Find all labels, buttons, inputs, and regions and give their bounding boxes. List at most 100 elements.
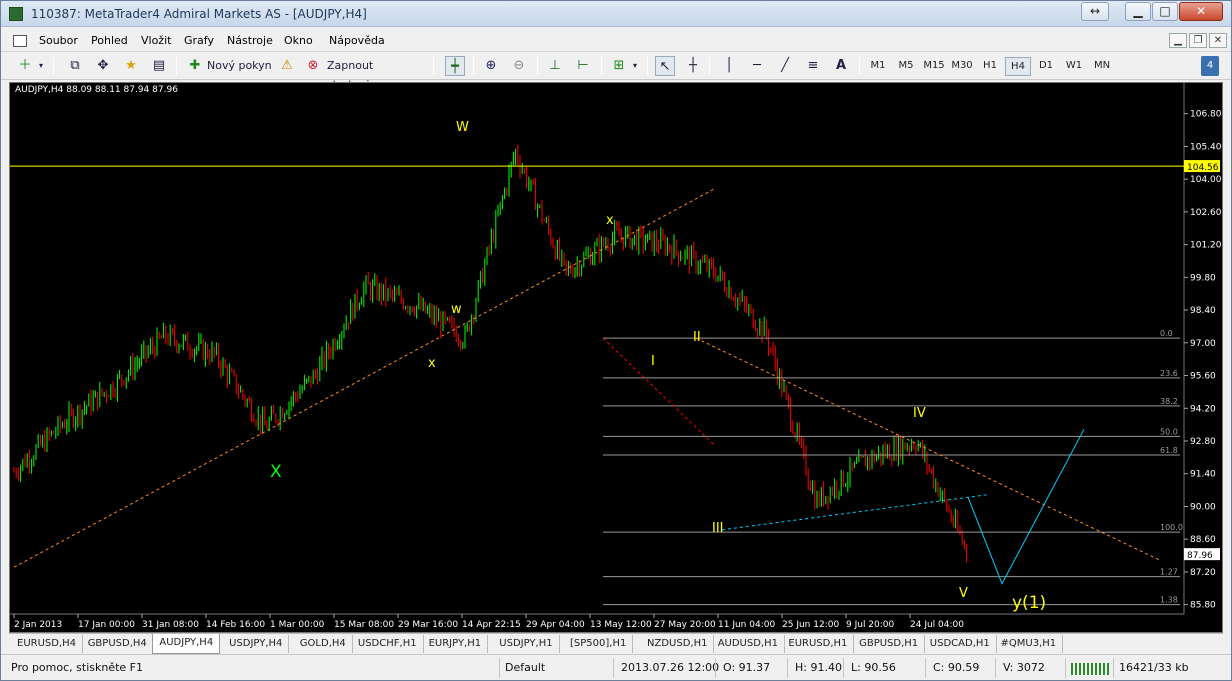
timeframe-m15[interactable]: M15 bbox=[921, 57, 947, 76]
window-title: 110387: MetaTrader4 Admiral Markets AS -… bbox=[31, 7, 367, 21]
x-tick-label: 14 Apr 22:15 bbox=[462, 620, 521, 630]
mdi-restore-button[interactable]: ❐ bbox=[1189, 33, 1207, 48]
chart-symbol-info: AUDJPY,H4 88.09 88.11 87.94 87.96 bbox=[15, 85, 178, 95]
menu-nástroje[interactable]: Nástroje bbox=[225, 33, 275, 49]
minimize-button[interactable]: ▁ bbox=[1125, 2, 1151, 21]
menu-grafy[interactable]: Grafy bbox=[182, 33, 216, 49]
chart-tab[interactable]: GBPUSD,H1 bbox=[853, 635, 926, 653]
app-icon bbox=[9, 7, 23, 21]
chart-tab[interactable]: USDCHF,H1 bbox=[352, 635, 424, 653]
timeframe-h4[interactable]: H4 bbox=[1005, 57, 1031, 76]
timeframe-h1[interactable]: H1 bbox=[977, 57, 1003, 76]
menu-nápověda[interactable]: Nápověda bbox=[327, 33, 387, 49]
trendline-icon[interactable]: ╱ bbox=[775, 56, 795, 76]
new-order-button[interactable]: Nový pokyn bbox=[207, 56, 273, 76]
y-tick-label: 87.20 bbox=[1190, 568, 1216, 578]
fibonacci-icon[interactable]: ≡ bbox=[803, 56, 823, 76]
fibo-label: 100.0 bbox=[1160, 523, 1183, 532]
chart-window[interactable]: 106.80 105.40 104.00 102.60 101.20 99.80 98.40… bbox=[9, 82, 1223, 633]
timeframe-w1[interactable]: W1 bbox=[1061, 57, 1087, 76]
horizontal-line-icon[interactable]: ─ bbox=[747, 56, 767, 76]
chart-tab[interactable]: AUDUSD,H1 bbox=[712, 635, 785, 653]
wave-label: x bbox=[428, 356, 436, 371]
menu-pohled[interactable]: Pohled bbox=[89, 33, 130, 49]
chart-shift-icon[interactable]: ⊥ bbox=[545, 56, 565, 76]
x-tick-label: 11 Jun 04:00 bbox=[718, 620, 775, 630]
x-tick-label: 29 Apr 04:00 bbox=[526, 620, 585, 630]
chart-tab[interactable]: USDCAD,H1 bbox=[924, 635, 997, 653]
chart-tab[interactable]: USDJPY,H1 bbox=[493, 635, 560, 653]
vertical-line-icon[interactable]: │ bbox=[719, 56, 739, 76]
chart-tab[interactable]: USDJPY,H4 bbox=[223, 635, 290, 653]
autotrading-icon[interactable]: ⊗ bbox=[303, 56, 323, 76]
menu-vložit[interactable]: Vložit bbox=[139, 33, 173, 49]
notification-badge[interactable]: 4 bbox=[1201, 56, 1219, 76]
profiles-icon[interactable]: ⧉ bbox=[65, 56, 85, 76]
chart-tab[interactable]: #QMU3,H1 bbox=[995, 635, 1064, 653]
y-tick-label: 92.80 bbox=[1190, 437, 1216, 447]
fibo-label: 1.38 bbox=[1160, 596, 1178, 605]
autoscroll-icon[interactable]: ⊢ bbox=[573, 56, 593, 76]
bar-chart-icon[interactable]: ┿ bbox=[445, 56, 465, 76]
y-tick-label: 85.80 bbox=[1190, 601, 1216, 611]
terminal-icon[interactable]: ▤ bbox=[149, 56, 169, 76]
wave-label: IV bbox=[913, 406, 926, 421]
new-chart-icon[interactable]: ＋ bbox=[15, 56, 35, 76]
menu-okno[interactable]: Okno bbox=[282, 33, 315, 49]
price-chart[interactable]: 106.80 105.40 104.00 102.60 101.20 99.80 98.40… bbox=[10, 83, 1222, 632]
timeframe-m30[interactable]: M30 bbox=[949, 57, 975, 76]
status-profile[interactable]: Default bbox=[505, 659, 545, 677]
status-close: C: 90.59 bbox=[933, 661, 980, 674]
chart-tab[interactable]: EURUSD,H4 bbox=[11, 635, 84, 653]
fibo-label: 38.2 bbox=[1160, 397, 1178, 406]
favorites-star-icon[interactable]: ★ bbox=[121, 56, 141, 76]
indicators-dropdown-icon[interactable]: ▾ bbox=[631, 56, 639, 76]
current-price-label: 87.96 bbox=[1187, 551, 1213, 561]
chart-tab[interactable]: NZDUSD,H1 bbox=[641, 635, 715, 653]
wave-label: w bbox=[451, 302, 462, 317]
text-icon[interactable]: A bbox=[831, 56, 851, 76]
x-tick-label: 29 Mar 16:00 bbox=[398, 620, 458, 630]
y-tick-label: 94.20 bbox=[1190, 404, 1216, 414]
timeframe-mn[interactable]: MN bbox=[1089, 57, 1115, 76]
x-tick-label: 27 May 20:00 bbox=[654, 620, 716, 630]
y-tick-label: 95.60 bbox=[1190, 372, 1216, 382]
chart-tab[interactable]: [SP500],H1 bbox=[564, 635, 634, 653]
new-order-icon[interactable]: ✚ bbox=[185, 56, 205, 76]
cursor-icon[interactable]: ↖ bbox=[655, 56, 675, 76]
menu-soubor[interactable]: Soubor bbox=[37, 33, 80, 49]
timeframe-m1[interactable]: M1 bbox=[865, 57, 891, 76]
x-tick-label: 25 Jun 12:00 bbox=[782, 620, 839, 630]
timeframe-m5[interactable]: M5 bbox=[893, 57, 919, 76]
resize-icon[interactable]: ↔ bbox=[1081, 2, 1109, 21]
chart-tab[interactable]: AUDJPY,H4 bbox=[152, 634, 221, 654]
dropdown-arrow-icon[interactable]: ▾ bbox=[37, 56, 45, 76]
autotrading-button[interactable]: Zapnout strategie bbox=[327, 56, 425, 91]
indicators-icon[interactable]: ⊞ bbox=[609, 56, 629, 76]
mdi-close-button[interactable]: ✕ bbox=[1209, 33, 1227, 48]
maximize-button[interactable]: □ bbox=[1152, 2, 1178, 21]
chart-tab[interactable]: EURJPY,H1 bbox=[423, 635, 489, 653]
crosshair-icon[interactable]: ┼ bbox=[683, 56, 703, 76]
zoom-in-icon[interactable]: ⊕ bbox=[481, 56, 501, 76]
chart-tab[interactable]: GOLD,H4 bbox=[294, 635, 353, 653]
y-tick-label: 105.40 bbox=[1190, 142, 1222, 152]
y-tick-label: 98.40 bbox=[1190, 306, 1216, 316]
zoom-out-icon[interactable]: ⊖ bbox=[509, 56, 529, 76]
fibo-label: 61.8 bbox=[1160, 446, 1178, 455]
chart-tabs: EURUSD,H4 GBPUSD,H4 AUDJPY,H4 USDJPY,H4 GOLD… bbox=[9, 633, 1223, 654]
mdi-minimize-button[interactable]: ▁ bbox=[1169, 33, 1187, 48]
chart-tab[interactable]: EURUSD,H1 bbox=[782, 635, 855, 653]
navigator-icon[interactable]: ✥ bbox=[93, 56, 113, 76]
fibo-label: 23.6 bbox=[1160, 369, 1178, 378]
metaeditor-icon[interactable]: ⚠ bbox=[277, 56, 297, 76]
wave-label: y(1) bbox=[1012, 593, 1046, 613]
fibo-label: 0.0 bbox=[1160, 329, 1173, 338]
y-tick-label: 99.80 bbox=[1190, 273, 1216, 283]
document-icon[interactable] bbox=[13, 35, 27, 47]
chart-tab[interactable]: GBPUSD,H4 bbox=[82, 635, 154, 653]
timeframe-d1[interactable]: D1 bbox=[1033, 57, 1059, 76]
connection-bars-icon bbox=[1071, 663, 1111, 675]
status-datetime: 2013.07.26 12:00 bbox=[621, 661, 720, 674]
close-button[interactable]: ✕ bbox=[1179, 2, 1223, 21]
